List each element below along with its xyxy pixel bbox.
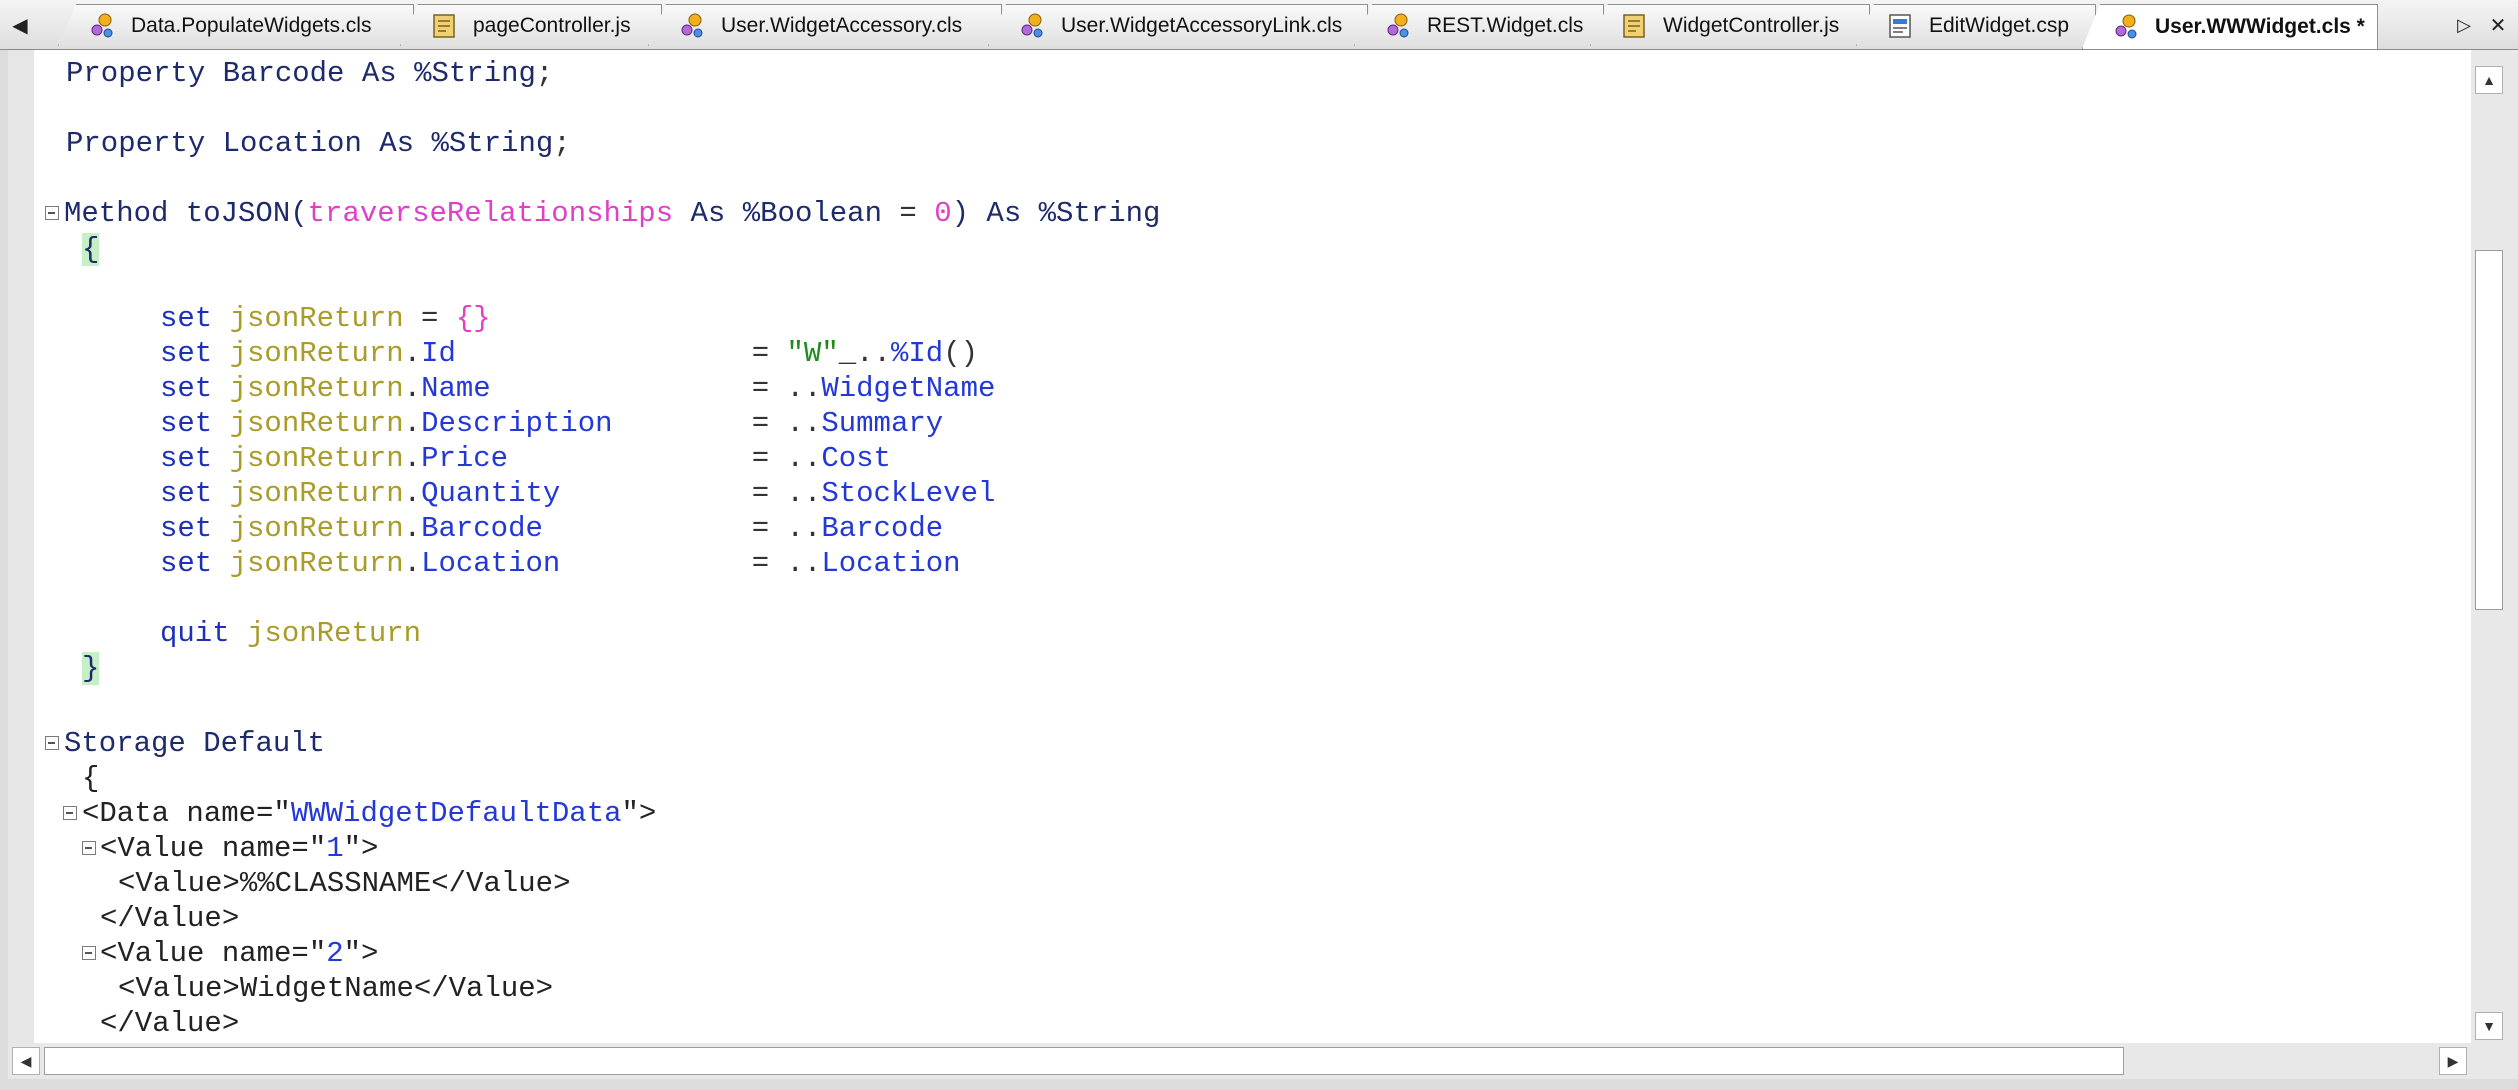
- script-icon: [433, 13, 455, 38]
- code-line: Storage Default: [64, 727, 326, 760]
- vertical-scroll-thumb[interactable]: [2475, 250, 2503, 610]
- code-line: }: [82, 651, 100, 686]
- code-line: <Data name="WWWidgetDefaultData">: [82, 797, 657, 830]
- code-line: Property Barcode As %String;: [66, 57, 554, 90]
- tab-user-widgetaccessorylink[interactable]: User.WidgetAccessoryLink.cls: [988, 4, 1368, 46]
- tab-label: User.WidgetAccessoryLink.cls: [1061, 13, 1343, 37]
- editor-tab-strip: ◀ Data.PopulateWidgets.cls pageControlle…: [0, 0, 2518, 50]
- scroll-up-button[interactable]: ▲: [2475, 66, 2503, 94]
- collapse-data-icon[interactable]: [63, 806, 77, 820]
- code-line: </Value>: [100, 902, 240, 935]
- collapse-value-icon[interactable]: [82, 946, 96, 960]
- code-line: set jsonReturn.Barcode = ..Barcode: [160, 512, 944, 545]
- collapse-method-icon[interactable]: [45, 206, 59, 220]
- close-tab-icon[interactable]: ✕: [2480, 4, 2516, 46]
- code-line: set jsonReturn.Location = ..Location: [160, 547, 961, 580]
- code-line: Property Location As %String;: [66, 127, 571, 160]
- code-line: <Value>%%CLASSNAME</Value>: [118, 867, 571, 900]
- code-line: set jsonReturn.Quantity = ..StockLevel: [160, 477, 996, 510]
- code-editor[interactable]: Property Barcode As %String; Property Lo…: [8, 50, 2471, 1043]
- tab-label: User.WWWidget.cls *: [2155, 15, 2365, 38]
- code-line: set jsonReturn.Name = ..WidgetName: [160, 372, 996, 405]
- code-line: <Value name="2">: [100, 937, 379, 970]
- horizontal-scrollbar[interactable]: ◀ ▶: [8, 1043, 2471, 1079]
- code-line: quit jsonReturn: [160, 617, 422, 650]
- code-line: {: [82, 762, 100, 795]
- tab-widgetcontroller-js[interactable]: WidgetController.js: [1590, 4, 1870, 46]
- horizontal-scroll-thumb[interactable]: [44, 1047, 2124, 1075]
- tab-label: REST.Widget.cls: [1427, 13, 1584, 37]
- script-icon: [1623, 13, 1645, 38]
- code-line: set jsonReturn.Description = ..Summary: [160, 407, 944, 440]
- tab-rest-widget[interactable]: REST.Widget.cls: [1354, 4, 1604, 46]
- scrollbar-corner: [2471, 1043, 2518, 1079]
- tab-scroll-right-button[interactable]: ▷: [2446, 4, 2482, 46]
- tab-pagecontroller-js[interactable]: pageController.js: [400, 4, 662, 46]
- code-line: <Value>WidgetName</Value>: [118, 972, 554, 1005]
- code-line: Method toJSON(traverseRelationships As %…: [64, 197, 1161, 230]
- code-line: <Value name="1">: [100, 832, 379, 865]
- code-area[interactable]: Property Barcode As %String; Property Lo…: [8, 50, 2458, 1043]
- class-icon: [91, 13, 113, 37]
- class-icon: [1387, 13, 1409, 37]
- tab-label: pageController.js: [473, 13, 631, 37]
- code-line: set jsonReturn.Price = ..Cost: [160, 442, 891, 475]
- scroll-down-button[interactable]: ▼: [2475, 1012, 2503, 1040]
- code-line: </Value>: [100, 1007, 240, 1040]
- code-line: set jsonReturn = {}: [160, 302, 491, 335]
- tab-label: EditWidget.csp: [1929, 13, 2070, 37]
- matched-brace: {: [82, 233, 100, 266]
- code-line: {: [82, 232, 100, 267]
- class-icon: [1021, 13, 1043, 37]
- tab-data-populatewidgets[interactable]: Data.PopulateWidgets.cls: [58, 4, 414, 46]
- matched-brace: }: [82, 652, 100, 685]
- code-line: set jsonReturn.Id = "W"_..%Id(): [160, 337, 978, 370]
- collapse-value-icon[interactable]: [82, 841, 96, 855]
- tab-editwidget-csp[interactable]: EditWidget.csp: [1856, 4, 2096, 46]
- vertical-scrollbar[interactable]: ▲ ▼: [2471, 50, 2518, 1043]
- class-icon: [681, 13, 703, 37]
- tab-user-widgetaccessory[interactable]: User.WidgetAccessory.cls: [648, 4, 1002, 46]
- scroll-right-button[interactable]: ▶: [2439, 1047, 2467, 1075]
- collapse-storage-icon[interactable]: [45, 736, 59, 750]
- tab-label: Data.PopulateWidgets.cls: [131, 13, 372, 37]
- csp-page-icon: [1889, 13, 1911, 38]
- tab-label: User.WidgetAccessory.cls: [721, 13, 963, 37]
- tab-scroll-left-button[interactable]: ◀: [2, 4, 38, 46]
- class-icon: [2115, 14, 2137, 39]
- scroll-left-button[interactable]: ◀: [12, 1047, 40, 1075]
- tab-user-wwwidget[interactable]: User.WWWidget.cls *: [2082, 4, 2378, 49]
- tab-label: WidgetController.js: [1663, 13, 1840, 37]
